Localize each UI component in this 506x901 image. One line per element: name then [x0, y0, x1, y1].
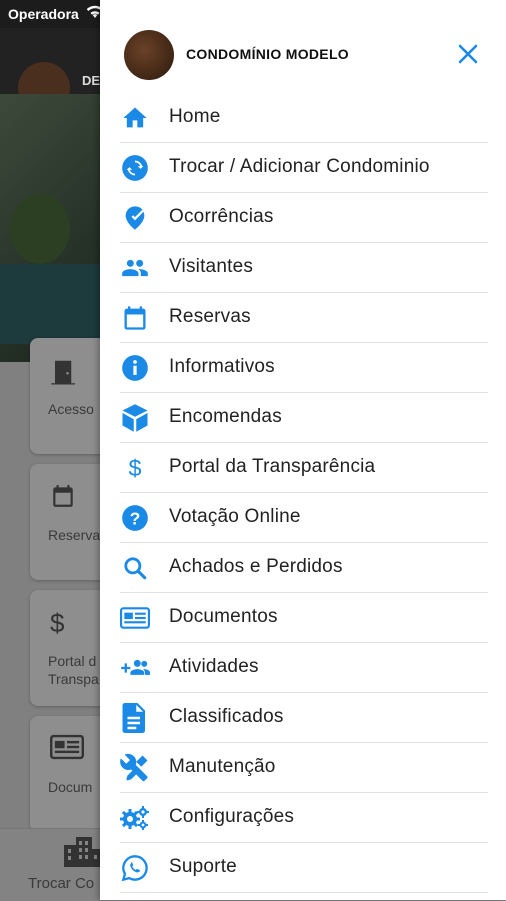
menu-item-label: Atividades — [169, 656, 259, 677]
marker-icon — [120, 204, 150, 232]
menu-item-configuracoes[interactable]: Configurações — [120, 793, 488, 843]
menu-item-encomendas[interactable]: Encomendas — [120, 393, 488, 443]
info-icon — [120, 354, 150, 382]
menu-item-atividades[interactable]: Atividades — [120, 643, 488, 693]
menu-item-classificados[interactable]: Classificados — [120, 693, 488, 743]
close-icon — [458, 44, 478, 64]
svg-text:?: ? — [130, 508, 141, 528]
calendar-icon — [50, 482, 76, 510]
menu-item-label: Configurações — [169, 806, 295, 827]
card-label: Reserva — [48, 527, 101, 543]
menu-item-achados-perdidos[interactable]: Achados e Perdidos — [120, 543, 488, 593]
swap-icon — [120, 154, 150, 182]
gears-icon — [120, 804, 150, 832]
menu-item-label: Home — [169, 106, 221, 127]
close-button[interactable] — [452, 38, 484, 70]
drawer-header: CONDOMÍNIO MODELO — [100, 0, 506, 92]
menu-item-votacao-online[interactable]: ? Votação Online — [120, 493, 488, 543]
menu-item-label: Suporte — [169, 856, 237, 877]
menu-item-manutencao[interactable]: Manutenção — [120, 743, 488, 793]
menu-item-label: Encomendas — [169, 406, 282, 427]
help-icon: ? — [120, 504, 150, 532]
carrier-name: Operadora — [8, 6, 79, 22]
menu-item-label: Votação Online — [169, 506, 301, 527]
menu-item-label: Manutenção — [169, 756, 276, 777]
menu-item-label: Ocorrências — [169, 206, 274, 227]
menu-item-label: Classificados — [169, 706, 284, 727]
document-icon — [50, 734, 84, 760]
whatsapp-icon — [120, 854, 150, 882]
people-icon — [120, 254, 150, 282]
menu-item-label: Visitantes — [169, 256, 254, 277]
menu-item-label: Informativos — [169, 356, 275, 377]
menu-item-label: Documentos — [169, 606, 278, 627]
drawer-menu: Home Trocar / Adicionar Condominio Ocorr… — [120, 93, 488, 893]
menu-item-informativos[interactable]: Informativos — [120, 343, 488, 393]
buildings-icon — [64, 837, 100, 867]
home-icon — [120, 104, 150, 132]
menu-item-reservas[interactable]: Reservas — [120, 293, 488, 343]
condo-avatar — [124, 30, 174, 80]
menu-item-label: Achados e Perdidos — [169, 556, 343, 577]
card-label: Docum — [48, 779, 93, 795]
svg-text:$: $ — [129, 455, 142, 481]
side-drawer: CONDOMÍNIO MODELO Home Trocar / Adiciona… — [100, 0, 506, 900]
menu-item-visitantes[interactable]: Visitantes — [120, 243, 488, 293]
document-icon — [120, 604, 150, 632]
card-label: Portal d Transpa — [48, 653, 99, 687]
dollar-icon: $ — [50, 608, 65, 638]
header-line-1: DE — [82, 73, 101, 88]
condo-name: CONDOMÍNIO MODELO — [186, 46, 349, 62]
menu-item-ocorrencias[interactable]: Ocorrências — [120, 193, 488, 243]
menu-item-portal-transparencia[interactable]: $ Portal da Transparência — [120, 443, 488, 493]
menu-item-trocar-condominio[interactable]: Trocar / Adicionar Condominio — [120, 143, 488, 193]
menu-item-home[interactable]: Home — [120, 93, 488, 143]
dollar-icon: $ — [120, 454, 150, 482]
menu-item-documentos[interactable]: Documentos — [120, 593, 488, 643]
files-icon — [120, 703, 150, 733]
menu-item-label: Portal da Transparência — [169, 456, 376, 477]
add-group-icon — [120, 654, 150, 682]
bottom-tab-label: Trocar Co — [28, 875, 95, 892]
package-icon — [120, 404, 150, 432]
search-icon — [120, 554, 150, 582]
tools-icon — [120, 753, 150, 782]
menu-item-label: Reservas — [169, 306, 251, 327]
card-label: Acesso — [48, 401, 94, 417]
door-icon — [50, 356, 80, 388]
menu-item-suporte[interactable]: Suporte — [120, 843, 488, 893]
calendar-icon — [120, 304, 150, 332]
menu-item-label: Trocar / Adicionar Condominio — [169, 156, 430, 177]
